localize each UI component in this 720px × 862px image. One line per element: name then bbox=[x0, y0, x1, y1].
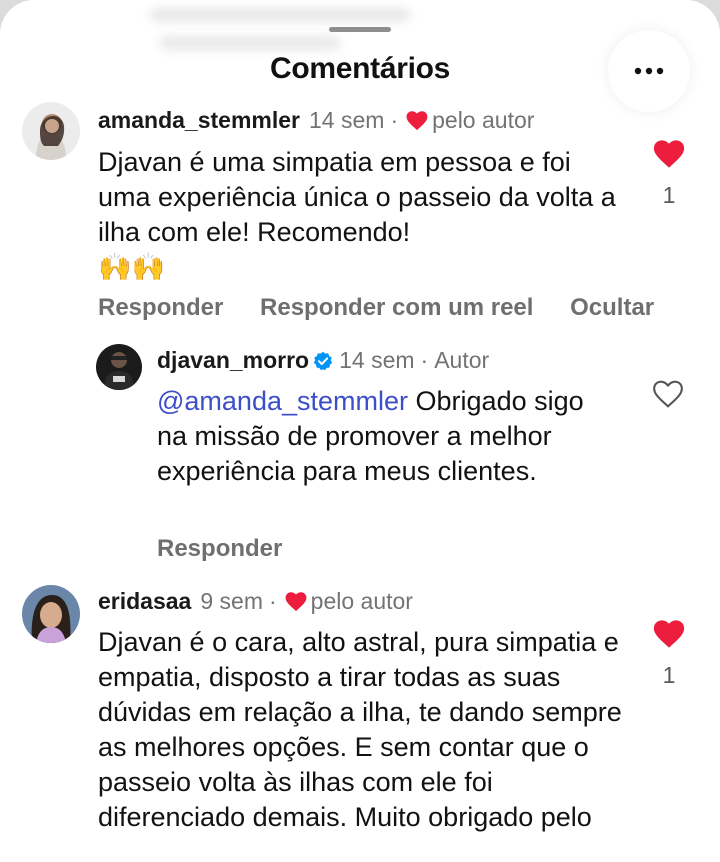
liked-by-author-label: pelo autor bbox=[432, 107, 535, 133]
separator-dot: · bbox=[269, 588, 277, 614]
heart-outline-icon[interactable] bbox=[652, 380, 684, 409]
blurred-line bbox=[160, 36, 340, 50]
blurred-line bbox=[150, 8, 410, 22]
comment-like-column: 1 bbox=[649, 620, 689, 689]
comment-username[interactable]: eridasaa bbox=[98, 588, 191, 615]
author-like-heart-icon bbox=[406, 110, 428, 130]
more-options-button[interactable] bbox=[608, 30, 690, 112]
reply-button[interactable]: Responder bbox=[157, 535, 282, 562]
author-like-heart-icon bbox=[285, 591, 307, 611]
sheet-grabber[interactable] bbox=[329, 27, 391, 32]
comment-text-block: Djavan é uma simpatia em pessoa e foi um… bbox=[98, 145, 618, 285]
avatar-photo bbox=[22, 585, 80, 643]
comment-like-column: 1 bbox=[649, 140, 689, 209]
comment-text-block: Djavan é o cara, alto astral, pura simpa… bbox=[98, 625, 628, 835]
mention-link[interactable]: @amanda_stemmler bbox=[157, 386, 408, 416]
separator-dot: · bbox=[390, 107, 399, 133]
comment-header: eridasaa 9 sem · pelo autor bbox=[98, 588, 413, 615]
reply-text-block: @amanda_stemmler Obrigado sigo na missão… bbox=[157, 384, 607, 489]
verified-badge-icon bbox=[313, 351, 333, 370]
comment-text: Djavan é o cara, alto astral, pura simpa… bbox=[98, 627, 622, 832]
reply-button[interactable]: Responder bbox=[98, 294, 223, 321]
reply-like-column bbox=[648, 380, 688, 414]
reply-time: 14 sem bbox=[339, 347, 415, 373]
like-count: 1 bbox=[662, 182, 676, 208]
reply-actions: Responder bbox=[157, 535, 312, 563]
avatar[interactable] bbox=[22, 585, 80, 643]
author-label: Autor bbox=[434, 347, 490, 373]
reply-header: djavan_morro 14 sem · Autor bbox=[157, 347, 489, 374]
like-count: 1 bbox=[662, 662, 676, 688]
avatar-photo bbox=[22, 102, 80, 160]
comment-header: amanda_stemmler 14 sem · pelo autor bbox=[98, 107, 534, 134]
comment-time: 14 sem bbox=[309, 107, 385, 133]
comment-emojis: 🙌🙌 bbox=[98, 252, 166, 282]
comments-sheet: Comentários amanda_stemmler 14 sem · pel… bbox=[0, 0, 720, 862]
separator-dot: · bbox=[420, 347, 429, 373]
avatar-photo bbox=[96, 344, 142, 390]
comment-text: Djavan é uma simpatia em pessoa e foi um… bbox=[98, 147, 616, 247]
reply-with-reel-button[interactable]: Responder com um reel bbox=[260, 294, 533, 321]
comment-username[interactable]: amanda_stemmler bbox=[98, 107, 300, 134]
heart-filled-icon[interactable] bbox=[653, 620, 685, 649]
liked-by-author-label: pelo autor bbox=[310, 588, 413, 614]
comment-actions: Responder Responder com um reel Ocultar bbox=[98, 294, 684, 322]
reply-username[interactable]: djavan_morro bbox=[157, 347, 309, 374]
avatar[interactable] bbox=[22, 102, 80, 160]
more-horizontal-icon bbox=[634, 67, 664, 75]
comment-time: 9 sem bbox=[200, 588, 263, 614]
hide-button[interactable]: Ocultar bbox=[570, 294, 654, 321]
avatar[interactable] bbox=[96, 344, 142, 390]
heart-filled-icon[interactable] bbox=[653, 140, 685, 169]
